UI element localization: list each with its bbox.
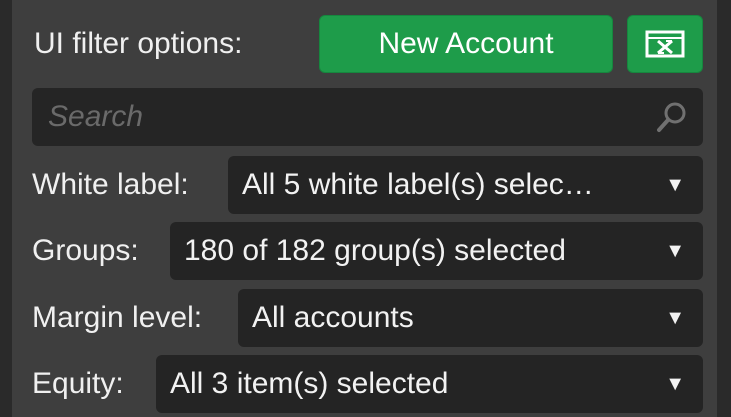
white-label-value: All 5 white label(s) selec… (242, 168, 594, 201)
groups-dropdown[interactable]: 180 of 182 group(s) selected ▼ (170, 222, 703, 280)
white-label-row: White label: All 5 white label(s) selec…… (32, 156, 703, 214)
search-box[interactable] (32, 88, 703, 146)
margin-level-label: Margin level: (32, 301, 203, 334)
white-label-label: White label: (32, 168, 189, 201)
excel-icon (645, 30, 685, 58)
dropdown-arrow-icon: ▼ (665, 173, 685, 196)
new-account-button[interactable]: New Account (319, 15, 613, 73)
search-row (32, 88, 703, 146)
margin-level-row: Margin level: All accounts ▼ (32, 289, 703, 347)
export-excel-button[interactable] (627, 15, 703, 73)
equity-dropdown[interactable]: All 3 item(s) selected ▼ (156, 355, 703, 413)
dropdown-arrow-icon: ▼ (665, 306, 685, 329)
groups-row: Groups: 180 of 182 group(s) selected ▼ (32, 222, 703, 280)
filter-options-title: UI filter options: (34, 27, 243, 60)
panel-right-edge (717, 0, 731, 417)
dropdown-arrow-icon: ▼ (665, 239, 685, 262)
white-label-dropdown[interactable]: All 5 white label(s) selec… ▼ (228, 156, 703, 214)
groups-value: 180 of 182 group(s) selected (184, 234, 566, 267)
filter-panel: UI filter options: New Account White lab… (0, 0, 731, 417)
groups-label: Groups: (32, 234, 139, 267)
margin-level-value: All accounts (252, 301, 414, 334)
header-row: UI filter options: New Account (32, 14, 703, 74)
search-icon[interactable] (655, 100, 689, 134)
equity-row: Equity: All 3 item(s) selected ▼ (32, 355, 703, 413)
panel-left-edge (0, 0, 12, 417)
dropdown-arrow-icon: ▼ (665, 372, 685, 395)
equity-label: Equity: (32, 367, 124, 400)
equity-value: All 3 item(s) selected (170, 367, 449, 400)
search-input[interactable] (48, 100, 655, 134)
margin-level-dropdown[interactable]: All accounts ▼ (238, 289, 703, 347)
